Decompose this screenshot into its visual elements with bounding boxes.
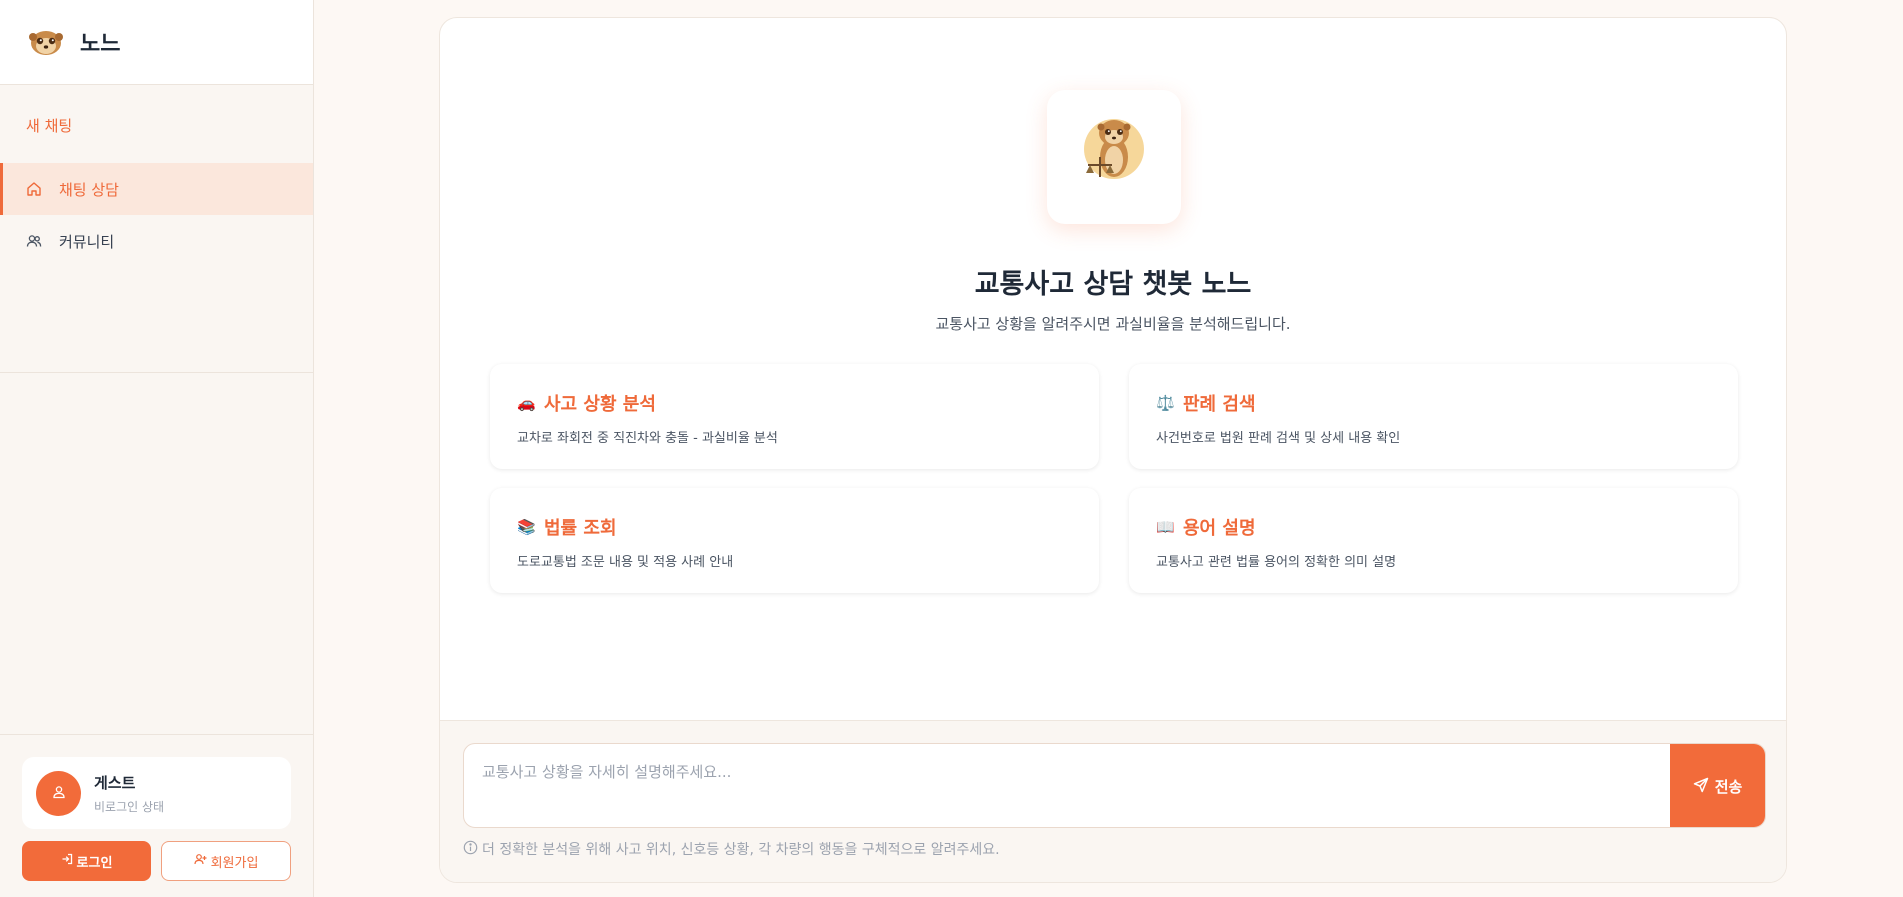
meerkat-judge-icon	[1074, 105, 1154, 209]
sidebar-item-label: 커뮤니티	[59, 232, 115, 251]
open-book-icon: 📖	[1156, 518, 1175, 536]
sidebar-item-label: 채팅 상담	[59, 180, 119, 199]
suggestion-card-precedent-search[interactable]: ⚖️ 판례 검색 사건번호로 법원 판례 검색 및 상세 내용 확인	[1129, 364, 1738, 469]
send-icon	[1693, 777, 1709, 797]
page-title: 교통사고 상담 챗봇 노느	[974, 269, 1252, 300]
card-description: 교차로 좌회전 중 직진차와 충돌 - 과실비율 분석	[517, 431, 778, 446]
user-plus-icon	[193, 853, 207, 869]
signup-label: 회원가입	[210, 855, 259, 871]
login-label: 로그인	[76, 855, 113, 871]
sidebar-nav: 새 채팅 채팅 상담 커뮤니티	[0, 85, 313, 373]
sidebar: 노느 새 채팅 채팅 상담 커뮤니티 게스트 비로그인 상태 로그인 회원가입	[0, 0, 314, 897]
login-button[interactable]: 로그인	[22, 841, 151, 881]
chat-panel: 교통사고 상담 챗봇 노느 교통사고 상황을 알려주시면 과실비율을 분석해드립…	[439, 17, 1787, 883]
car-icon: 🚗	[517, 394, 536, 412]
user-card: 게스트 비로그인 상태	[22, 757, 291, 829]
chat-input-area: 전송 더 정확한 분석을 위해 사고 위치, 신호등 상황, 각 차량의 행동을…	[440, 720, 1786, 882]
sidebar-item-chat[interactable]: 채팅 상담	[0, 163, 313, 215]
card-title: 사고 상황 분석	[544, 394, 656, 415]
home-icon	[26, 181, 42, 197]
card-title: 판례 검색	[1183, 394, 1256, 415]
user-name: 게스트	[94, 773, 136, 792]
user-icon	[52, 784, 66, 803]
suggestion-card-term-explanation[interactable]: 📖 용어 설명 교통사고 관련 법률 용어의 정확한 의미 설명	[1129, 488, 1738, 593]
brand-title: 노느	[80, 32, 121, 57]
info-icon	[463, 840, 478, 859]
auth-buttons: 로그인 회원가입	[22, 841, 291, 881]
page-subtitle: 교통사고 상황을 알려주시면 과실비율을 분석해드립니다.	[935, 315, 1291, 333]
hero-logo	[1047, 90, 1181, 224]
new-chat-button[interactable]: 새 채팅	[0, 111, 313, 141]
user-status: 비로그인 상태	[94, 799, 165, 814]
input-hint: 더 정확한 분석을 위해 사고 위치, 신호등 상황, 각 차량의 행동을 구체…	[463, 839, 1000, 859]
sidebar-item-community[interactable]: 커뮤니티	[0, 215, 313, 267]
hint-text: 더 정확한 분석을 위해 사고 위치, 신호등 상황, 각 차량의 행동을 구체…	[482, 842, 1000, 858]
avatar	[36, 770, 81, 816]
chat-input[interactable]	[464, 744, 1672, 827]
send-button[interactable]: 전송	[1670, 744, 1765, 827]
login-icon	[61, 853, 73, 869]
users-icon	[26, 233, 42, 249]
sidebar-footer: 게스트 비로그인 상태 로그인 회원가입	[0, 734, 313, 897]
brand-header[interactable]: 노느	[0, 0, 313, 85]
card-title: 법률 조회	[544, 518, 617, 539]
card-description: 도로교통법 조문 내용 및 적용 사례 안내	[517, 555, 734, 570]
card-title: 용어 설명	[1183, 518, 1256, 539]
signup-button[interactable]: 회원가입	[161, 841, 291, 881]
suggestion-card-law-lookup[interactable]: 📚 법률 조회 도로교통법 조문 내용 및 적용 사례 안내	[490, 488, 1099, 593]
meerkat-logo-icon	[28, 27, 64, 57]
send-label: 전송	[1714, 778, 1743, 796]
suggestion-card-accident-analysis[interactable]: 🚗 사고 상황 분석 교차로 좌회전 중 직진차와 충돌 - 과실비율 분석	[490, 364, 1099, 469]
chat-input-box: 전송	[463, 743, 1766, 828]
card-description: 사건번호로 법원 판례 검색 및 상세 내용 확인	[1156, 431, 1401, 446]
card-description: 교통사고 관련 법률 용어의 정확한 의미 설명	[1156, 555, 1397, 570]
books-icon: 📚	[517, 518, 536, 536]
scales-icon: ⚖️	[1156, 394, 1175, 412]
